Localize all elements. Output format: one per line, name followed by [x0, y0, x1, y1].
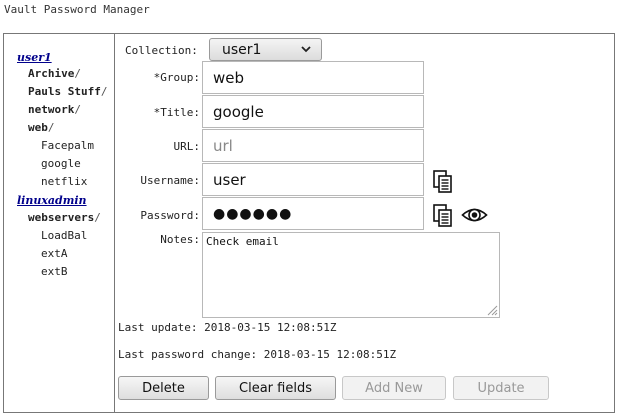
tree-folder-web[interactable]: web/: [28, 121, 55, 134]
title-label: *Title:: [153, 106, 200, 119]
last-password-change-text: Last password change: 2018-03-15 12:08:5…: [118, 348, 397, 361]
tree-folder-label: network: [28, 103, 75, 116]
resize-grip-icon[interactable]: [486, 304, 498, 316]
group-input[interactable]: web: [202, 61, 424, 94]
copy-icon[interactable]: [432, 170, 454, 194]
copy-icon[interactable]: [432, 204, 454, 228]
url-input[interactable]: url: [202, 129, 424, 162]
update-button[interactable]: Update: [453, 376, 549, 400]
tree-leaf-exta[interactable]: extA: [41, 247, 68, 260]
tree-leaf-netflix[interactable]: netflix: [41, 175, 87, 188]
tree-folder-label: Archive: [28, 67, 75, 80]
tree-folder-label: webservers: [28, 211, 95, 224]
collection-label: Collection:: [125, 44, 198, 57]
url-label: URL:: [173, 140, 201, 153]
title-input[interactable]: google: [202, 95, 424, 128]
tree-leaf-loadbal[interactable]: LoadBal: [41, 229, 87, 242]
eye-icon[interactable]: [461, 205, 488, 225]
tree-root-user1[interactable]: user1: [17, 51, 52, 64]
notes-text: Check email: [206, 235, 279, 248]
tree-folder-label: Pauls Stuff: [28, 85, 101, 98]
add-new-button[interactable]: Add New: [342, 376, 446, 400]
collection-select[interactable]: user1: [209, 38, 322, 61]
tree-folder-archive[interactable]: Archive/: [28, 67, 81, 80]
collection-value: user1: [222, 41, 262, 58]
tree-folder-pauls-stuff[interactable]: Pauls Stuff/: [28, 85, 107, 98]
tree-folder-slash: /: [47, 121, 55, 134]
notes-textarea[interactable]: Check email: [202, 232, 500, 318]
username-label: Username:: [140, 174, 200, 187]
chevron-down-icon: [301, 46, 311, 53]
last-update-text: Last update: 2018-03-15 12:08:51Z: [118, 321, 337, 334]
tree-folder-slash: /: [74, 103, 81, 116]
password-label: Password:: [140, 209, 200, 222]
tree-leaf-extb[interactable]: extB: [41, 265, 68, 278]
group-label: *Group:: [153, 71, 200, 84]
tree-leaf-google[interactable]: google: [41, 157, 81, 170]
window-title: Vault Password Manager: [4, 3, 150, 16]
password-input[interactable]: ●●●●●●: [202, 197, 424, 230]
clear-fields-button[interactable]: Clear fields: [215, 376, 336, 400]
tree-folder-network[interactable]: network/: [28, 103, 81, 116]
pane-divider[interactable]: [114, 33, 115, 413]
delete-button[interactable]: Delete: [118, 376, 209, 400]
tree-folder-label: web: [28, 121, 48, 134]
username-input[interactable]: user: [202, 163, 424, 196]
tree-folder-slash: /: [74, 67, 81, 80]
tree-leaf-facepalm[interactable]: Facepalm: [41, 139, 94, 152]
notes-label: Notes:: [160, 233, 200, 246]
tree-folder-slash: /: [100, 85, 108, 98]
tree-folder-slash: /: [94, 211, 101, 224]
tree-root-linuxadmin[interactable]: linuxadmin: [17, 194, 87, 207]
tree-folder-webservers[interactable]: webservers/: [28, 211, 101, 224]
